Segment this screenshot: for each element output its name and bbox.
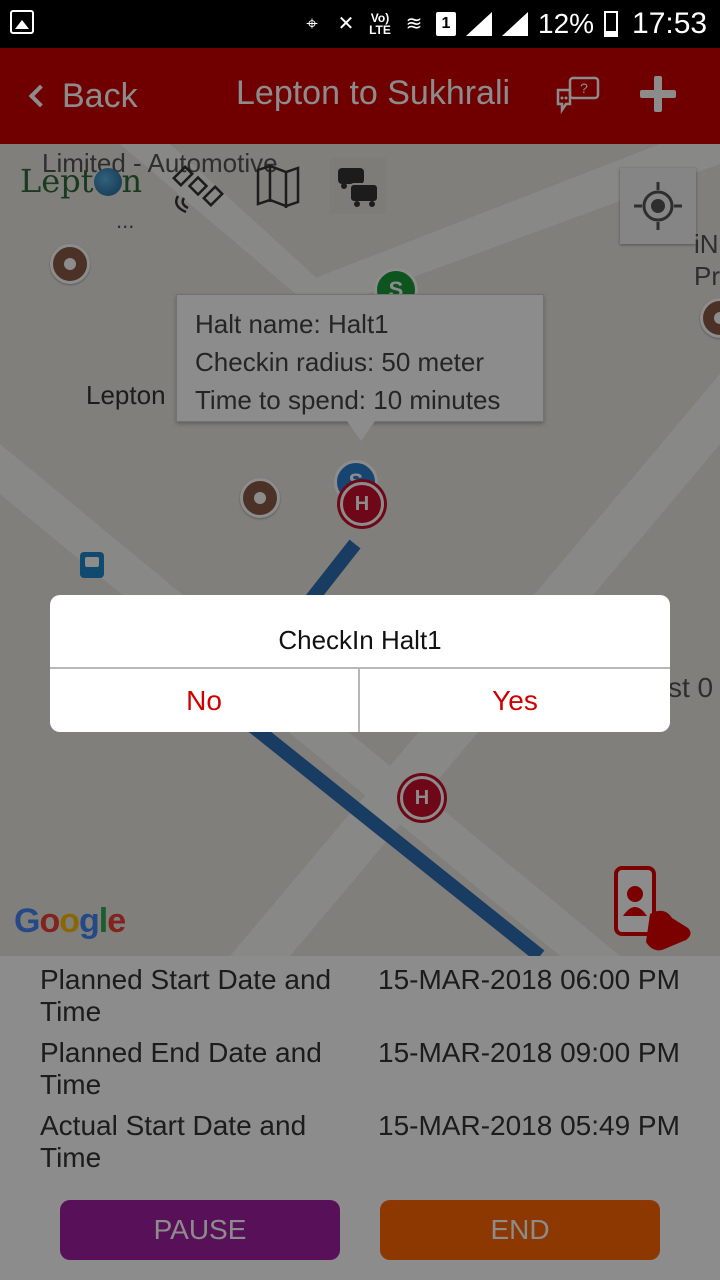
no-button[interactable]: No (50, 669, 360, 732)
mute-icon: ✕ (337, 13, 355, 35)
wifi-icon: ≋ (405, 13, 423, 35)
signal-sim1-icon (466, 12, 492, 36)
clock: 17:53 (632, 7, 708, 40)
battery-percent: 12% (538, 8, 595, 39)
gallery-notification-icon (10, 10, 34, 34)
status-icons: ⌖ ✕ Vo) LTE ≋ 1 12% 17:53 (300, 7, 708, 40)
screen: ⌖ ✕ Vo) LTE ≋ 1 12% 17:53 Back Lepton to… (0, 0, 720, 1280)
battery-icon (604, 11, 619, 37)
volte-indicator: Vo) LTE (369, 11, 391, 37)
checkin-dialog: CheckIn Halt1 No Yes (50, 595, 670, 732)
dialog-title: CheckIn Halt1 (278, 625, 442, 655)
signal-sim2-icon (502, 12, 528, 36)
location-icon: ⌖ (306, 13, 318, 35)
yes-button[interactable]: Yes (360, 669, 670, 732)
status-bar: ⌖ ✕ Vo) LTE ≋ 1 12% 17:53 (0, 0, 720, 48)
sim-slot-badge: 1 (436, 12, 456, 36)
